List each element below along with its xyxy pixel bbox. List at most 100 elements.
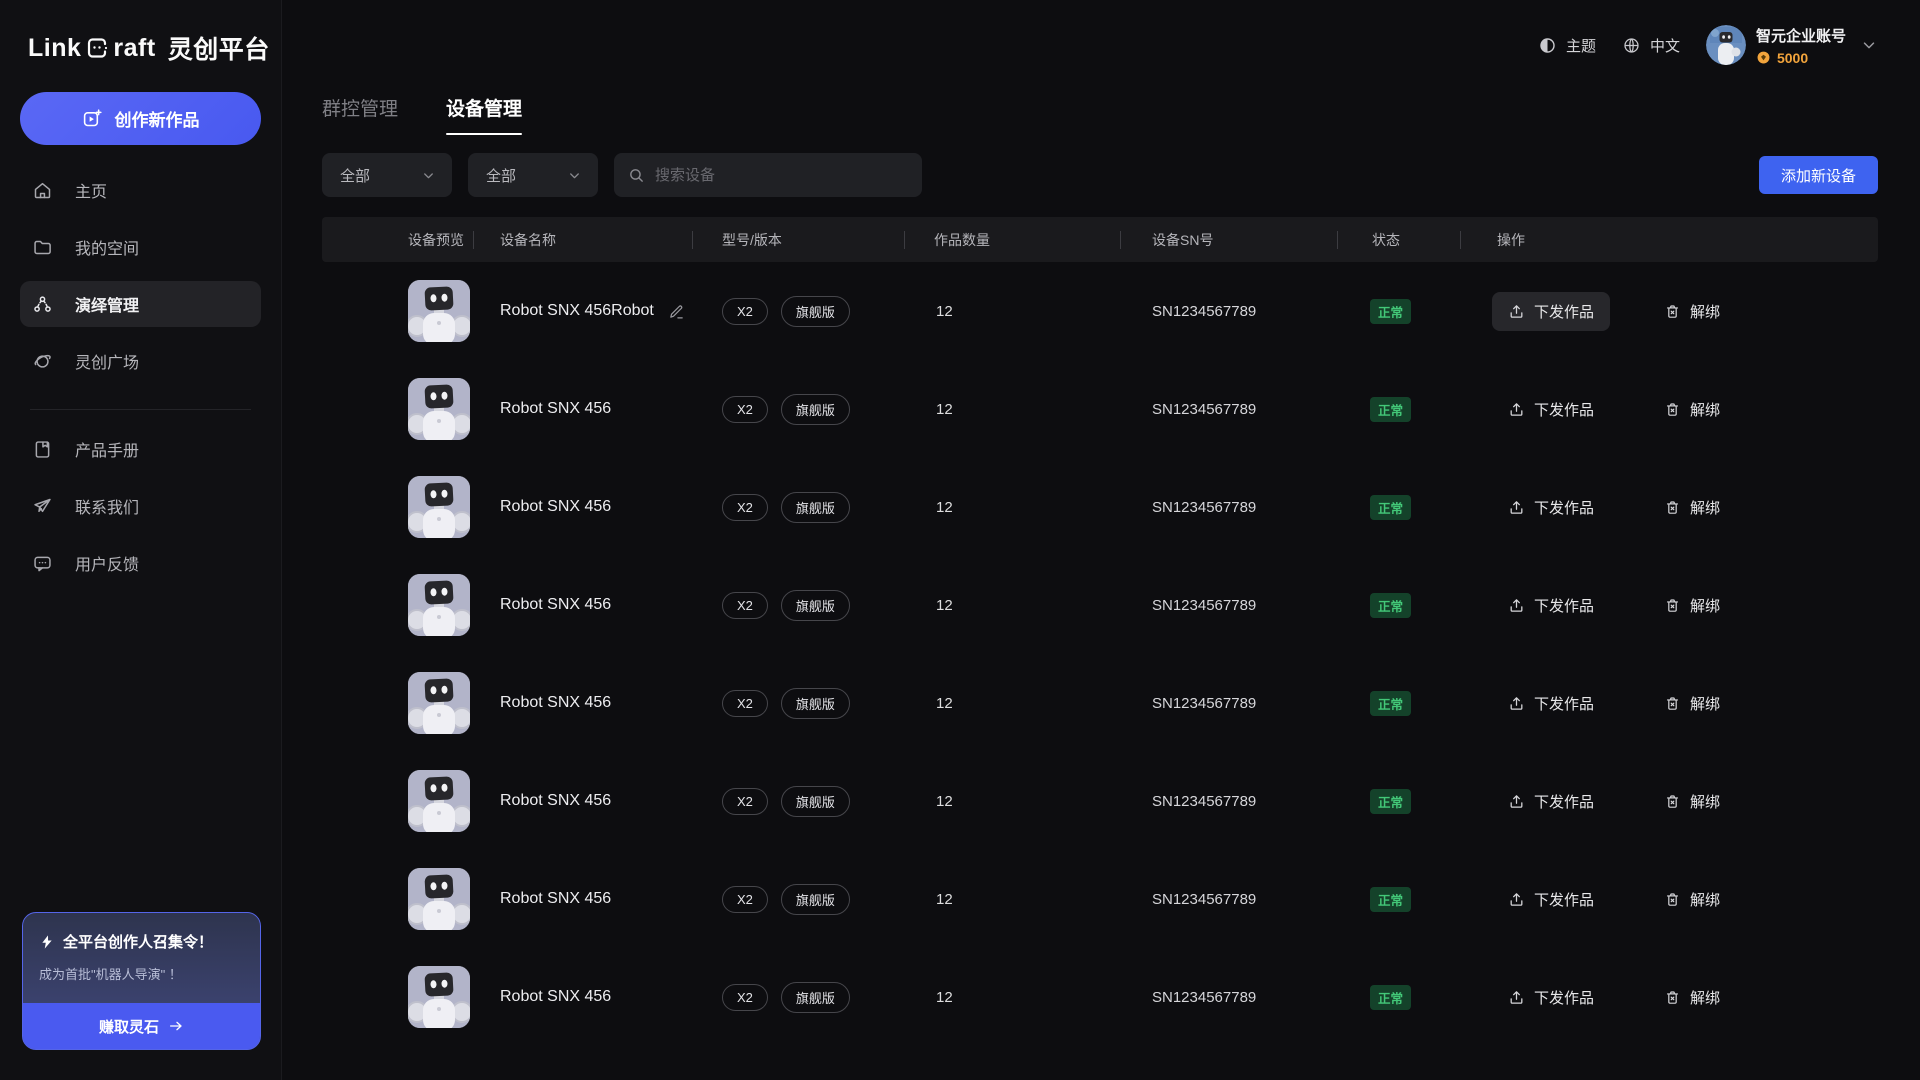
unbind-button-label: 解绑 <box>1690 791 1720 812</box>
device-sn: SN1234567789 <box>1152 499 1256 516</box>
app-logo: Link raft 灵创平台 <box>0 0 281 66</box>
deploy-work-button[interactable]: 下发作品 <box>1492 390 1610 429</box>
device-name: Robot SNX 456 <box>500 498 611 516</box>
model-badge: X2 <box>722 592 768 619</box>
device-name: Robot SNX 456 <box>500 400 611 418</box>
deploy-work-button[interactable]: 下发作品 <box>1492 880 1610 919</box>
version-badge: 旗舰版 <box>781 982 850 1013</box>
deploy-button-label: 下发作品 <box>1534 889 1594 910</box>
paper-plane-icon <box>32 496 53 517</box>
device-sn: SN1234567789 <box>1152 989 1256 1006</box>
sidebar-item-product-manual[interactable]: 产品手册 <box>20 426 261 472</box>
status-badge: 正常 <box>1370 495 1411 520</box>
device-name: Robot SNX 456 <box>500 988 611 1006</box>
dropdown-value: 全部 <box>340 165 370 186</box>
column-header-model: 型号/版本 <box>692 217 904 262</box>
table-row: Robot SNX 456 X2 旗舰版 12 SN1234567789 正常 <box>322 654 1878 752</box>
unbind-button[interactable]: 解绑 <box>1648 684 1736 723</box>
sidebar-item-label: 产品手册 <box>75 437 139 461</box>
sidebar: Link raft 灵创平台 创作新作品 <box>0 0 282 1080</box>
sidebar-item-home[interactable]: 主页 <box>20 167 261 213</box>
sidebar-item-label: 主页 <box>75 178 107 202</box>
dropdown-value: 全部 <box>486 165 516 186</box>
language-switcher[interactable]: 中文 <box>1622 35 1680 56</box>
unbind-button-label: 解绑 <box>1690 987 1720 1008</box>
deploy-button-label: 下发作品 <box>1534 987 1594 1008</box>
device-thumbnail <box>408 280 470 342</box>
works-count: 12 <box>936 401 953 418</box>
unbind-button[interactable]: 解绑 <box>1648 390 1736 429</box>
add-device-button[interactable]: 添加新设备 <box>1759 156 1878 194</box>
table-body: Robot SNX 456Robot X2 旗舰版 12 SN123456778… <box>322 262 1878 1046</box>
home-icon <box>32 180 53 201</box>
device-search <box>614 153 922 197</box>
device-name: Robot SNX 456Robot <box>500 302 654 320</box>
version-badge: 旗舰版 <box>781 296 850 327</box>
device-thumbnail <box>408 378 470 440</box>
book-icon <box>32 439 53 460</box>
network-icon <box>32 294 53 315</box>
theme-toggle[interactable]: 主题 <box>1538 35 1596 56</box>
coin-icon <box>1756 50 1771 65</box>
sidebar-item-my-space[interactable]: 我的空间 <box>20 224 261 270</box>
create-work-icon <box>82 108 103 129</box>
sidebar-item-label: 联系我们 <box>75 494 139 518</box>
theme-icon <box>1538 36 1557 55</box>
device-thumbnail <box>408 770 470 832</box>
sidebar-item-plaza[interactable]: 灵创广场 <box>20 338 261 384</box>
deploy-work-button[interactable]: 下发作品 <box>1492 978 1610 1017</box>
column-header-preview: 设备预览 <box>322 217 473 262</box>
unbind-button[interactable]: 解绑 <box>1648 978 1736 1017</box>
create-new-work-button[interactable]: 创作新作品 <box>20 92 261 145</box>
unbind-button-label: 解绑 <box>1690 301 1720 322</box>
unbind-button[interactable]: 解绑 <box>1648 586 1736 625</box>
logo-text-cn: 灵创平台 <box>168 30 270 66</box>
upload-icon <box>1508 989 1525 1006</box>
earn-gems-button[interactable]: 赚取灵石 <box>23 1003 260 1049</box>
column-header-sn: 设备SN号 <box>1120 217 1337 262</box>
edit-name-icon[interactable] <box>668 303 685 320</box>
upload-icon <box>1508 303 1525 320</box>
model-badge: X2 <box>722 690 768 717</box>
planet-icon <box>32 351 53 372</box>
search-icon <box>628 167 645 184</box>
status-badge: 正常 <box>1370 887 1411 912</box>
model-badge: X2 <box>722 886 768 913</box>
status-badge: 正常 <box>1370 593 1411 618</box>
table-row: Robot SNX 456 X2 旗舰版 12 SN1234567789 正常 <box>322 752 1878 850</box>
account-menu[interactable]: 智元企业账号 5000 <box>1706 25 1878 66</box>
deploy-work-button[interactable]: 下发作品 <box>1492 586 1610 625</box>
status-badge: 正常 <box>1370 299 1411 324</box>
trash-icon <box>1664 401 1681 418</box>
trash-icon <box>1664 597 1681 614</box>
sidebar-item-contact-us[interactable]: 联系我们 <box>20 483 261 529</box>
deploy-work-button[interactable]: 下发作品 <box>1492 488 1610 527</box>
trash-icon <box>1664 695 1681 712</box>
sidebar-item-label: 用户反馈 <box>75 551 139 575</box>
deploy-work-button[interactable]: 下发作品 <box>1492 684 1610 723</box>
unbind-button[interactable]: 解绑 <box>1648 292 1736 331</box>
unbind-button[interactable]: 解绑 <box>1648 488 1736 527</box>
version-badge: 旗舰版 <box>781 590 850 621</box>
tab-device-management[interactable]: 设备管理 <box>446 94 522 135</box>
tab-group-control[interactable]: 群控管理 <box>322 94 398 135</box>
promo-card: 全平台创作人召集令！ 成为首批"机器人导演" ！ 赚取灵石 <box>22 912 261 1050</box>
sidebar-item-performance-management[interactable]: 演绎管理 <box>20 281 261 327</box>
version-badge: 旗舰版 <box>781 492 850 523</box>
search-input[interactable] <box>655 167 908 184</box>
page-tabs: 群控管理 设备管理 <box>322 94 1878 135</box>
filter-dropdown-2[interactable]: 全部 <box>468 153 598 197</box>
model-badge: X2 <box>722 984 768 1011</box>
deploy-work-button[interactable]: 下发作品 <box>1492 782 1610 821</box>
deploy-work-button[interactable]: 下发作品 <box>1492 292 1610 331</box>
unbind-button[interactable]: 解绑 <box>1648 782 1736 821</box>
lightning-icon <box>39 934 55 950</box>
unbind-button[interactable]: 解绑 <box>1648 880 1736 919</box>
create-new-work-label: 创作新作品 <box>115 106 200 131</box>
chevron-down-icon <box>567 168 582 183</box>
sidebar-item-user-feedback[interactable]: 用户反馈 <box>20 540 261 586</box>
works-count: 12 <box>936 891 953 908</box>
promo-subtitle: 成为首批"机器人导演" ！ <box>39 964 244 983</box>
account-name: 智元企业账号 <box>1756 28 1846 45</box>
filter-dropdown-1[interactable]: 全部 <box>322 153 452 197</box>
